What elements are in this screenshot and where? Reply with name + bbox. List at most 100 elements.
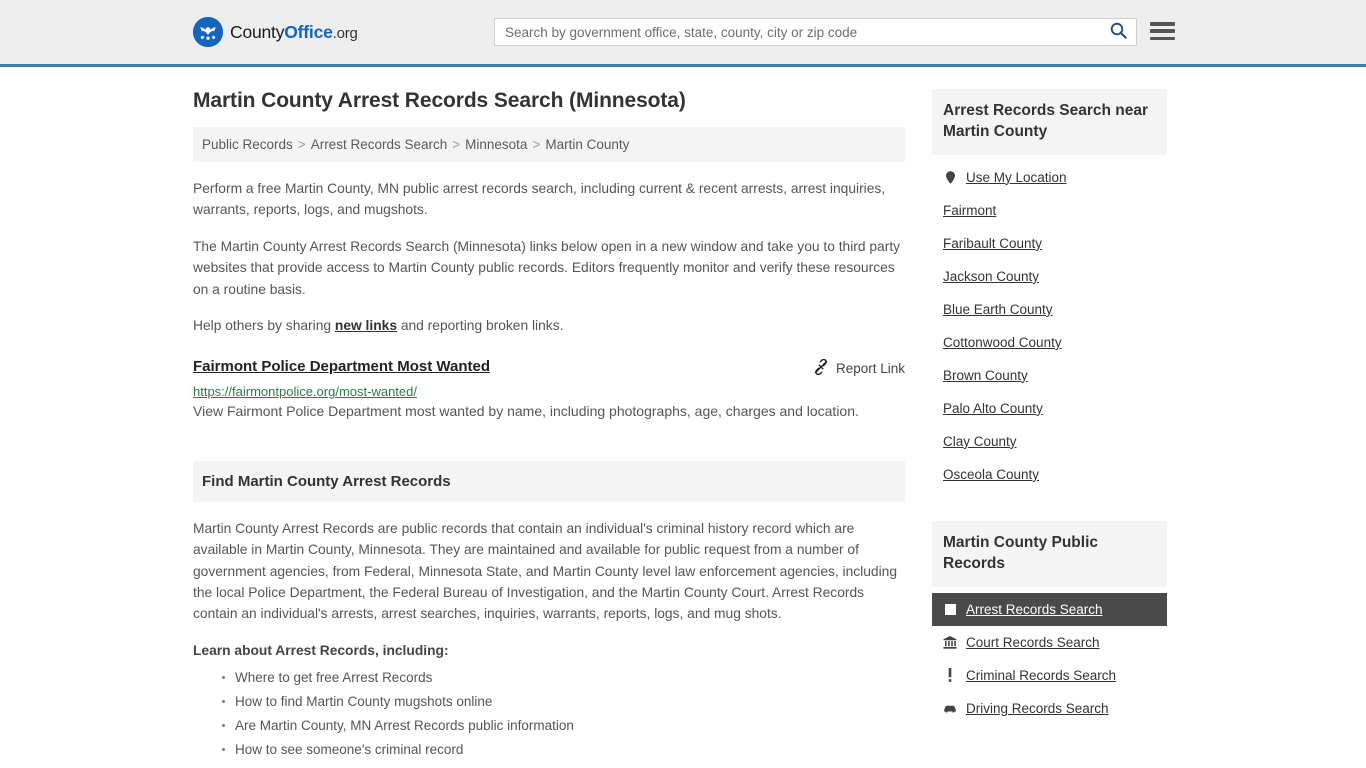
list-item: Cottonwood County: [932, 326, 1167, 359]
breadcrumb-separator: >: [297, 137, 306, 152]
list-item: Are Martin County, MN Arrest Records pub…: [222, 716, 905, 736]
sidebar-item-blue-earth-county[interactable]: Blue Earth County: [932, 293, 1167, 326]
learn-about-heading: Learn about Arrest Records, including:: [193, 642, 449, 658]
square-icon: [943, 603, 957, 615]
share-prefix: Help others by sharing: [193, 317, 335, 333]
sidebar-item-label: Arrest Records Search: [966, 601, 1103, 617]
sidebar-item-fairmont[interactable]: Fairmont: [932, 194, 1167, 227]
result-description: View Fairmont Police Department most wan…: [193, 403, 859, 420]
sidebar-item-label: Driving Records Search: [966, 700, 1109, 716]
list-item: How to find Martin County mugshots onlin…: [222, 692, 905, 712]
sidebar-item-label: Criminal Records Search: [966, 667, 1117, 683]
sidebar: Arrest Records Search near Martin County…: [932, 89, 1167, 768]
sidebar-item-clay-county[interactable]: Clay County: [932, 425, 1167, 458]
breadcrumb: Public Records > Arrest Records Search > Min…: [193, 127, 905, 162]
list-item: Use My Location: [932, 161, 1167, 194]
breadcrumb-separator: >: [452, 137, 461, 152]
site-logo-text: CountyOffice.org: [230, 22, 358, 43]
main-column: Martin County Arrest Records Search (Min…: [193, 89, 905, 768]
list-item: How to see someone's criminal record: [222, 740, 905, 760]
list-item: Court Records Search: [932, 626, 1167, 659]
second-paragraph: The Martin County Arrest Records Search …: [193, 238, 901, 297]
list-item: Clay County: [932, 425, 1167, 458]
sidebar-item-osceola-county[interactable]: Osceola County: [932, 458, 1167, 491]
list-item: Fairmont: [932, 194, 1167, 227]
sidebar-item-label: Use My Location: [966, 169, 1067, 185]
nearby-search-list: Use My Location Fairmont Faribault Count…: [932, 161, 1167, 491]
breadcrumb-separator: >: [532, 137, 541, 152]
sidebar-item-label: Blue Earth County: [943, 301, 1053, 317]
public-records-heading: Martin County Public Records: [943, 533, 1098, 572]
sidebar-item-jackson-county[interactable]: Jackson County: [932, 260, 1167, 293]
hamburger-bar: [1150, 22, 1175, 26]
nearby-search-heading: Arrest Records Search near Martin County: [943, 102, 1149, 140]
result-item: Fairmont Police Department Most Wanted R…: [193, 358, 905, 423]
list-item: Arrest Records Search: [932, 592, 1167, 626]
list-item: Osceola County: [932, 458, 1167, 491]
sidebar-item-use-my-location[interactable]: Use My Location: [932, 161, 1167, 194]
share-suffix: and reporting broken links.: [397, 317, 564, 333]
sidebar-item-criminal-records-search[interactable]: Criminal Records Search: [932, 659, 1167, 692]
intro-paragraph: Perform a free Martin County, MN public …: [193, 181, 886, 218]
breadcrumb-item-arrest-records-search[interactable]: Arrest Records Search: [311, 137, 448, 152]
list-item: Where to get free Arrest Records: [222, 668, 905, 688]
find-records-section-header: Find Martin County Arrest Records: [193, 460, 905, 502]
search-icon: [1110, 22, 1127, 42]
logo-text-org: .org: [332, 24, 358, 42]
report-link-button[interactable]: Report Link: [813, 358, 905, 378]
logo-text-office: Office: [284, 21, 333, 42]
site-logo[interactable]: CountyOffice.org: [193, 17, 358, 47]
breadcrumb-item-martin-county[interactable]: Martin County: [545, 137, 629, 152]
page-body: Martin County Arrest Records Search (Min…: [0, 67, 1366, 768]
result-url[interactable]: https://fairmontpolice.org/most-wanted/: [193, 384, 905, 399]
sidebar-item-arrest-records-search[interactable]: Arrest Records Search: [932, 592, 1167, 626]
sidebar-item-palo-alto-county[interactable]: Palo Alto County: [932, 392, 1167, 425]
share-paragraph: Help others by sharing new links and rep…: [193, 315, 905, 336]
breadcrumb-item-public-records[interactable]: Public Records: [202, 137, 293, 152]
public-records-header: Martin County Public Records: [932, 520, 1167, 587]
search-button[interactable]: [1107, 19, 1136, 45]
find-records-heading: Find Martin County Arrest Records: [202, 472, 451, 490]
learn-about-list: Where to get free Arrest Records How to …: [193, 668, 905, 768]
sidebar-item-brown-county[interactable]: Brown County: [932, 359, 1167, 392]
list-item: Palo Alto County: [932, 392, 1167, 425]
find-records-paragraph: Martin County Arrest Records are public …: [193, 520, 898, 622]
logo-text-county: County: [230, 21, 285, 42]
new-links-link[interactable]: new links: [335, 318, 397, 333]
map-pin-icon: [943, 171, 957, 184]
list-item: Criminal Records Search: [932, 659, 1167, 692]
sidebar-item-driving-records-search[interactable]: Driving Records Search: [932, 692, 1167, 725]
list-item: Jackson County: [932, 260, 1167, 293]
sidebar-item-label: Palo Alto County: [943, 400, 1043, 416]
nearby-search-header: Arrest Records Search near Martin County: [932, 89, 1167, 155]
sidebar-item-court-records-search[interactable]: Court Records Search: [932, 626, 1167, 659]
list-item: Blue Earth County: [932, 293, 1167, 326]
broken-link-icon: [813, 359, 829, 378]
result-header-row: Fairmont Police Department Most Wanted R…: [193, 358, 905, 378]
list-item: What information is available in an Arre…: [235, 764, 905, 768]
county-office-eagle-icon: [193, 17, 223, 47]
sidebar-item-label: Court Records Search: [966, 634, 1100, 650]
courthouse-icon: [943, 635, 957, 649]
sidebar-item-label: Brown County: [943, 367, 1028, 383]
page-title: Martin County Arrest Records Search (Min…: [193, 89, 686, 112]
list-item: Brown County: [932, 359, 1167, 392]
report-link-label: Report Link: [835, 361, 905, 377]
hamburger-bar: [1150, 29, 1175, 33]
search-input[interactable]: [495, 19, 1107, 45]
public-records-list: Arrest Records Search Court Records Sear…: [932, 592, 1167, 725]
sidebar-item-faribault-county[interactable]: Faribault County: [932, 227, 1167, 260]
sidebar-item-label: Faribault County: [943, 235, 1043, 251]
content-container: Martin County Arrest Records Search (Min…: [193, 67, 1173, 768]
result-title-link[interactable]: Fairmont Police Department Most Wanted: [193, 358, 490, 375]
hamburger-bar: [1150, 36, 1175, 40]
list-item: Faribault County: [932, 227, 1167, 260]
hamburger-menu-icon[interactable]: [1150, 20, 1175, 42]
list-item: Driving Records Search: [932, 692, 1167, 725]
sidebar-item-label: Fairmont: [943, 202, 997, 218]
sidebar-item-label: Cottonwood County: [943, 334, 1062, 350]
search-bar[interactable]: [494, 18, 1137, 46]
breadcrumb-item-minnesota[interactable]: Minnesota: [465, 137, 527, 152]
sidebar-item-cottonwood-county[interactable]: Cottonwood County: [932, 326, 1167, 359]
sidebar-item-label: Clay County: [943, 433, 1017, 449]
